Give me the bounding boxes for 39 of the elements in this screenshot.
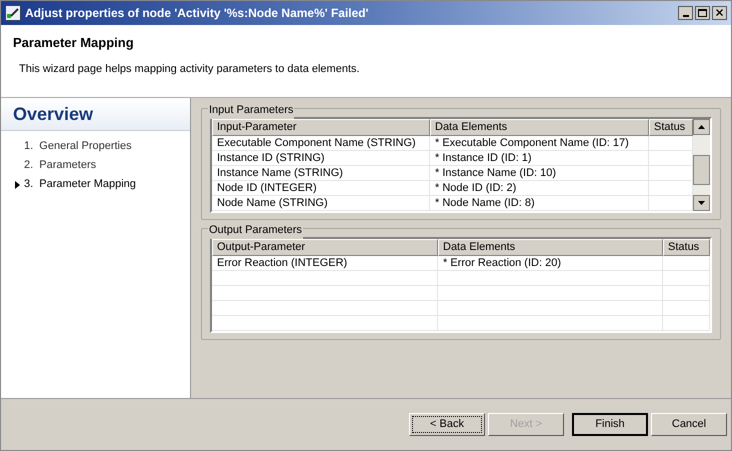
table-cell: Executable Component Name (STRING)	[212, 136, 430, 150]
scroll-down-button[interactable]	[693, 195, 710, 211]
close-button[interactable]	[712, 6, 727, 20]
group-title: Output Parameters	[208, 222, 303, 238]
wizard-button[interactable]: < Back	[409, 413, 485, 436]
minimize-button[interactable]	[678, 6, 693, 20]
table-cell: * Instance ID (ID: 1)	[430, 151, 649, 165]
table-cell: * Node ID (ID: 2)	[430, 181, 649, 195]
window-title: Adjust properties of node 'Activity '%s:Node Name%' Failed'	[25, 5, 368, 22]
wizard-step[interactable]: 1. General Properties	[24, 138, 132, 155]
table-cell: Instance ID (STRING)	[212, 151, 430, 165]
table-cell: Node ID (INTEGER)	[212, 181, 430, 195]
page-title: Parameter Mapping	[13, 34, 135, 52]
wizard-step[interactable]: 2. Parameters	[24, 157, 96, 174]
table-cell: Error Reaction (INTEGER)	[212, 256, 438, 270]
table-cell: * Node Name (ID: 8)	[430, 196, 649, 210]
maximize-button[interactable]	[695, 6, 710, 20]
scroll-thumb[interactable]	[693, 155, 710, 185]
wizard-button[interactable]: Cancel	[651, 413, 727, 436]
table-cell: * Instance Name (ID: 10)	[430, 166, 649, 180]
column-header[interactable]: Input-Parameter	[212, 119, 430, 136]
column-header[interactable]: Status	[649, 119, 693, 136]
scroll-up-button[interactable]	[693, 119, 710, 135]
wizard-step[interactable]: 3. Parameter Mapping	[24, 176, 136, 193]
page-description: This wizard page helps mapping activity parameters to data elements.	[18, 62, 361, 76]
column-header[interactable]: Status	[663, 239, 710, 256]
column-header[interactable]: Data Elements	[430, 119, 649, 136]
table-cell: Node Name (STRING)	[212, 196, 430, 210]
wizard-button[interactable]: Finish	[572, 413, 648, 436]
down-arrow-icon	[698, 201, 705, 205]
scrollbar[interactable]	[693, 119, 710, 211]
table-cell: * Executable Component Name (ID: 17)	[430, 136, 649, 150]
table-cell: Instance Name (STRING)	[212, 166, 430, 180]
up-arrow-icon	[698, 125, 705, 129]
table-cell: * Error Reaction (ID: 20)	[438, 256, 663, 270]
column-header[interactable]: Output-Parameter	[212, 239, 438, 256]
column-header[interactable]: Data Elements	[438, 239, 663, 256]
group-title: Input Parameters	[208, 102, 294, 118]
window-icon	[5, 5, 21, 21]
